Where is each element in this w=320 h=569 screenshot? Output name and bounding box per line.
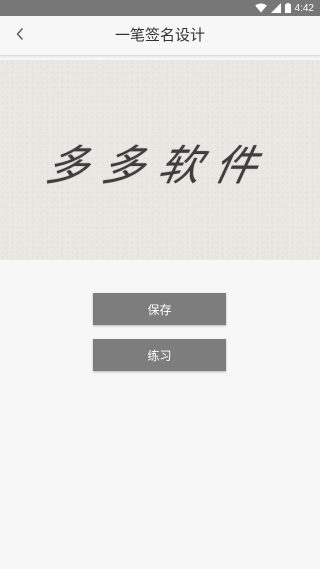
app-bar: 一笔签名设计 <box>0 16 320 56</box>
signature-text: 多多软件 <box>42 140 277 190</box>
signature-preview: 多多软件 <box>0 60 320 260</box>
back-button[interactable] <box>8 23 32 47</box>
practice-button[interactable]: 练习 <box>93 339 226 371</box>
signal-icon <box>270 3 281 13</box>
save-button[interactable]: 保存 <box>93 293 226 325</box>
chevron-left-icon <box>15 26 25 45</box>
wifi-icon <box>254 3 267 13</box>
status-time: 4:42 <box>294 2 314 14</box>
battery-icon <box>284 3 291 13</box>
status-bar: 4:42 <box>0 0 320 16</box>
page-title: 一笔签名设计 <box>114 26 205 44</box>
